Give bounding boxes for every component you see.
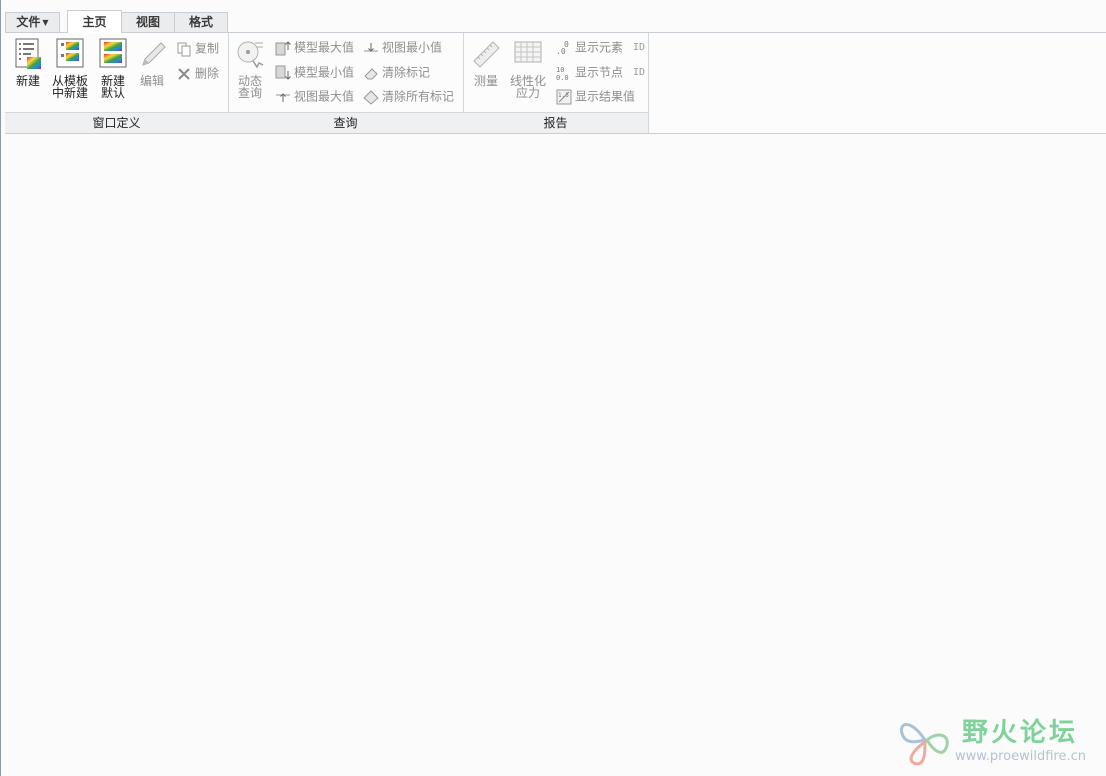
tab-format[interactable]: 格式 — [174, 12, 228, 32]
linearized-stress-line2: 应力 — [515, 86, 540, 100]
linearized-stress-label: 线性化 应力 — [508, 75, 548, 99]
svg-text:10: 10 — [556, 66, 564, 74]
linearized-stress-button[interactable]: 线性化 应力 — [508, 37, 548, 99]
group-window-definition-label: 窗口定义 — [5, 112, 228, 133]
pencil-icon — [142, 42, 166, 66]
tab-view[interactable]: 视图 — [121, 12, 175, 32]
clear-marks-label: 清除标记 — [382, 65, 431, 80]
model-min-button[interactable]: 模型最小值 — [275, 63, 354, 81]
model-max-button[interactable]: 模型最大值 — [275, 38, 354, 56]
show-node-id-button[interactable]: 10 0.0 显示节点 — [556, 63, 623, 81]
eraser-all-icon — [363, 89, 379, 105]
clear-all-marks-label: 清除所有标记 — [382, 89, 455, 104]
delete-x-icon — [178, 67, 190, 80]
clear-marks-button[interactable]: 清除标记 — [363, 63, 430, 81]
ruler-icon — [473, 41, 500, 68]
group-window-definition: 新建 从模板 中新建 新建 默认 编辑 复制 删除 窗口定义 — [5, 33, 229, 133]
show-result-label: 显示结果值 — [575, 89, 636, 104]
svg-text:0: 0 — [564, 40, 569, 49]
forum-watermark: 野火论坛 www.proewildfire.cn — [895, 708, 1100, 770]
dynamic-query-button[interactable]: 动态 查询 — [230, 37, 270, 99]
svg-text:0.0: 0.0 — [556, 74, 569, 81]
show-element-id-button[interactable]: .0 0 显示元素 — [556, 38, 623, 56]
model-max-label: 模型最大值 — [294, 40, 355, 55]
model-max-icon — [275, 40, 291, 55]
new-from-template-line2: 中新建 — [51, 86, 88, 100]
ribbon-panel: 新建 从模板 中新建 新建 默认 编辑 复制 删除 窗口定义 动态 查询 模型最… — [5, 32, 1106, 134]
watermark-title: 野火论坛 — [962, 718, 1079, 748]
view-min-icon — [364, 42, 378, 52]
group-query-label: 查询 — [228, 112, 463, 133]
default-window-icon — [99, 38, 127, 68]
copy-label: 复制 — [195, 41, 220, 56]
tab-home-label: 主页 — [82, 15, 107, 29]
butterfly-logo-icon — [900, 723, 949, 766]
svg-text:1.5: 1.5 — [558, 92, 569, 99]
view-min-label: 视图最小值 — [382, 40, 443, 55]
dynamic-query-icon — [237, 41, 264, 69]
measure-button[interactable]: 测量 — [466, 37, 506, 87]
copy-button[interactable]: 复制 — [176, 39, 219, 57]
dynamic-query-label: 动态 查询 — [230, 75, 270, 99]
dynamic-query-line2: 查询 — [237, 86, 262, 100]
model-min-label: 模型最小值 — [294, 65, 355, 80]
result-value-icon: 1.5 — [556, 89, 572, 104]
tab-view-label: 视图 — [135, 15, 160, 29]
chevron-down-icon: ▼ — [42, 18, 49, 27]
new-from-template-button[interactable]: 从模板 中新建 — [50, 37, 90, 99]
model-min-icon — [275, 65, 291, 80]
copy-icon — [177, 42, 191, 56]
show-node-label: 显示节点 — [575, 65, 624, 80]
node-id-tag: ID — [633, 67, 646, 78]
group-query: 动态 查询 模型最大值 模型最小值 视图最大值 视图最小值 清除标记 清除所有标… — [228, 33, 464, 133]
tab-file[interactable]: 文件 ▼ — [5, 12, 60, 32]
new-from-template-label: 从模板 中新建 — [50, 75, 90, 99]
element-id-icon: .0 0 — [556, 40, 569, 56]
group-report-label: 报告 — [463, 112, 648, 133]
watermark-url: www.proewildfire.cn — [955, 749, 1086, 764]
window-left-border — [0, 0, 1, 776]
edit-button[interactable]: 编辑 — [132, 37, 172, 87]
measure-label: 测量 — [473, 74, 498, 88]
clear-all-marks-button[interactable]: 清除所有标记 — [363, 87, 454, 105]
show-element-label: 显示元素 — [575, 40, 624, 55]
element-id-tag: ID — [633, 42, 646, 53]
new-default-label: 新建 默认 — [93, 75, 133, 99]
edit-label: 编辑 — [139, 74, 164, 88]
view-min-button[interactable]: 视图最小值 — [363, 38, 442, 56]
eraser-icon — [364, 67, 378, 79]
delete-button[interactable]: 删除 — [176, 64, 219, 82]
new-document-icon — [15, 38, 41, 69]
grid-table-icon — [514, 41, 542, 63]
show-result-value-button[interactable]: 1.5 显示结果值 — [556, 87, 635, 105]
tab-file-label: 文件 — [16, 15, 41, 29]
new-window-button[interactable]: 新建 — [8, 37, 48, 87]
view-max-icon — [276, 92, 290, 102]
new-default-button[interactable]: 新建 默认 — [93, 37, 133, 99]
new-default-line2: 默认 — [100, 86, 125, 100]
tab-home[interactable]: 主页 — [67, 10, 122, 33]
view-max-button[interactable]: 视图最大值 — [275, 87, 354, 105]
template-icon — [56, 38, 84, 68]
node-id-icon: 10 0.0 — [556, 66, 569, 81]
new-window-label: 新建 — [15, 74, 40, 88]
group-report: 测量 线性化 应力 .0 0 显示元素 10 0.0 显示节点 1.5 显示结果… — [463, 33, 649, 133]
view-max-label: 视图最大值 — [294, 89, 355, 104]
delete-label: 删除 — [195, 66, 220, 81]
tab-format-label: 格式 — [188, 15, 213, 29]
